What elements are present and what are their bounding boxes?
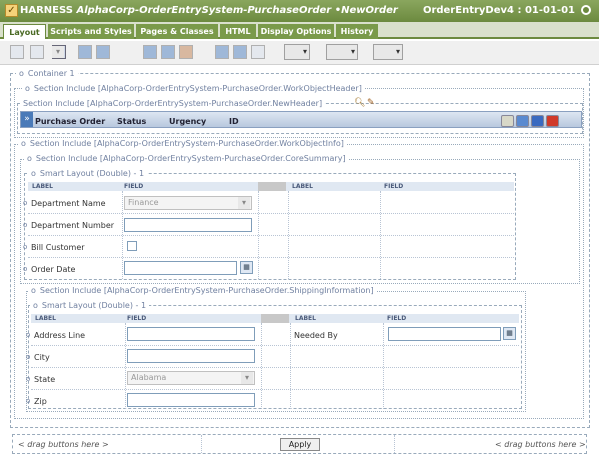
smart-layout-shipping-label[interactable]: o Smart Layout (Double) - 1: [30, 301, 150, 310]
layout-dropdown[interactable]: [284, 44, 310, 60]
window-title: HARNESS AlphaCorp-OrderEntrySystem-Purch…: [20, 5, 398, 16]
expand-icon[interactable]: »: [21, 112, 33, 127]
control-dropdown[interactable]: [326, 44, 358, 60]
needed-by-calendar-icon[interactable]: ▦: [503, 327, 516, 340]
tab-scripts-and-styles[interactable]: Scripts and Styles: [48, 24, 134, 39]
section-workobjectinfo-label[interactable]: o Section Include [AlphaCorp-OrderEntrySy…: [18, 139, 347, 148]
order-date-input[interactable]: [124, 261, 237, 275]
header-purchase-order: Purchase Order: [35, 117, 106, 126]
section-coresummary-label[interactable]: o Section Include [AlphaCorp-OrderEntrySy…: [24, 154, 349, 163]
tab-pages-and-classes[interactable]: Pages & Classes: [136, 24, 218, 39]
label-bill-customer: Bill Customer: [31, 243, 85, 252]
label-zip: Zip: [34, 397, 47, 406]
bill-customer-checkbox[interactable]: [127, 241, 137, 251]
needed-by-input[interactable]: [388, 327, 501, 341]
insert-row-above-icon[interactable]: [78, 45, 92, 59]
tab-html[interactable]: HTML: [220, 24, 256, 39]
header-urgency: Urgency: [169, 117, 207, 126]
zip-input[interactable]: [127, 393, 255, 407]
smart-layout-core-label[interactable]: o Smart Layout (Double) - 1: [28, 169, 148, 178]
calendar-icon[interactable]: ▦: [240, 261, 253, 274]
state-select[interactable]: Alabama: [127, 371, 255, 385]
info-icon[interactable]: [516, 115, 529, 127]
edit-icon[interactable]: ✎: [367, 98, 375, 108]
label-city: City: [34, 353, 50, 362]
container-label: o Container 1: [16, 69, 78, 78]
label-order-date: Order Date: [31, 265, 76, 274]
tab-bar: Layout Scripts and Styles Pages & Classe…: [0, 22, 599, 39]
section-newheader-label[interactable]: Section Include [AlphaCorp-OrderEntrySys…: [20, 99, 326, 108]
label-department-number: Department Number: [31, 221, 115, 230]
tab-history[interactable]: History: [336, 24, 378, 39]
title-bar: ✓ HARNESS AlphaCorp-OrderEntrySystem-Pur…: [0, 0, 599, 22]
status-radio-icon[interactable]: [581, 5, 591, 15]
ruleset-version: OrderEntryDev4 : 01-01-01: [422, 5, 575, 16]
section-workobjectheader-label[interactable]: o Section Include [AlphaCorp-OrderEntrySy…: [22, 84, 365, 93]
insert-column-left-icon[interactable]: [215, 45, 229, 59]
header-status: Status: [117, 117, 147, 126]
label-needed-by: Needed By: [294, 331, 338, 340]
drag-buttons-right[interactable]: < drag buttons here >: [495, 440, 586, 449]
search-icon[interactable]: 🔍︎: [354, 98, 365, 108]
move-down-icon[interactable]: [161, 45, 175, 59]
toolbar: [0, 41, 599, 65]
insert-row-below-icon[interactable]: [96, 45, 110, 59]
city-input[interactable]: [127, 349, 255, 363]
add-icon[interactable]: [531, 115, 544, 127]
close-icon[interactable]: [546, 115, 559, 127]
button-bar: < drag buttons here > Apply < drag butto…: [12, 434, 587, 454]
header-bar: » Purchase Order Status Urgency ID: [20, 111, 582, 128]
core-grid-header: LABEL FIELD LABEL FIELD: [28, 182, 514, 191]
insert-column-right-icon[interactable]: [233, 45, 247, 59]
tab-layout[interactable]: Layout: [3, 24, 46, 39]
shipping-grid-header: LABEL FIELD LABEL FIELD: [31, 314, 519, 323]
department-number-input[interactable]: [124, 218, 252, 232]
checkmark-icon: ✓: [5, 4, 18, 17]
tab-display-options[interactable]: Display Options: [258, 24, 334, 39]
drag-buttons-left[interactable]: < drag buttons here >: [18, 440, 109, 449]
copy-icon[interactable]: [30, 45, 44, 59]
section-shippinginformation-label[interactable]: o Section Include [AlphaCorp-OrderEntrySy…: [28, 286, 377, 295]
pencil-icon[interactable]: [501, 115, 514, 127]
advanced-dropdown[interactable]: [373, 44, 403, 60]
delete-column-icon[interactable]: [179, 45, 193, 59]
label-state: State: [34, 375, 56, 384]
paste-icon[interactable]: [52, 45, 66, 59]
header-id: ID: [229, 117, 239, 126]
label-address-line: Address Line: [34, 331, 86, 340]
merge-cells-icon[interactable]: [251, 45, 265, 59]
apply-button[interactable]: Apply: [280, 438, 320, 451]
department-name-select[interactable]: Finance: [124, 196, 252, 210]
cut-icon[interactable]: [10, 45, 24, 59]
address-line-input[interactable]: [127, 327, 255, 341]
move-up-icon[interactable]: [143, 45, 157, 59]
label-department-name: Department Name: [31, 199, 106, 208]
